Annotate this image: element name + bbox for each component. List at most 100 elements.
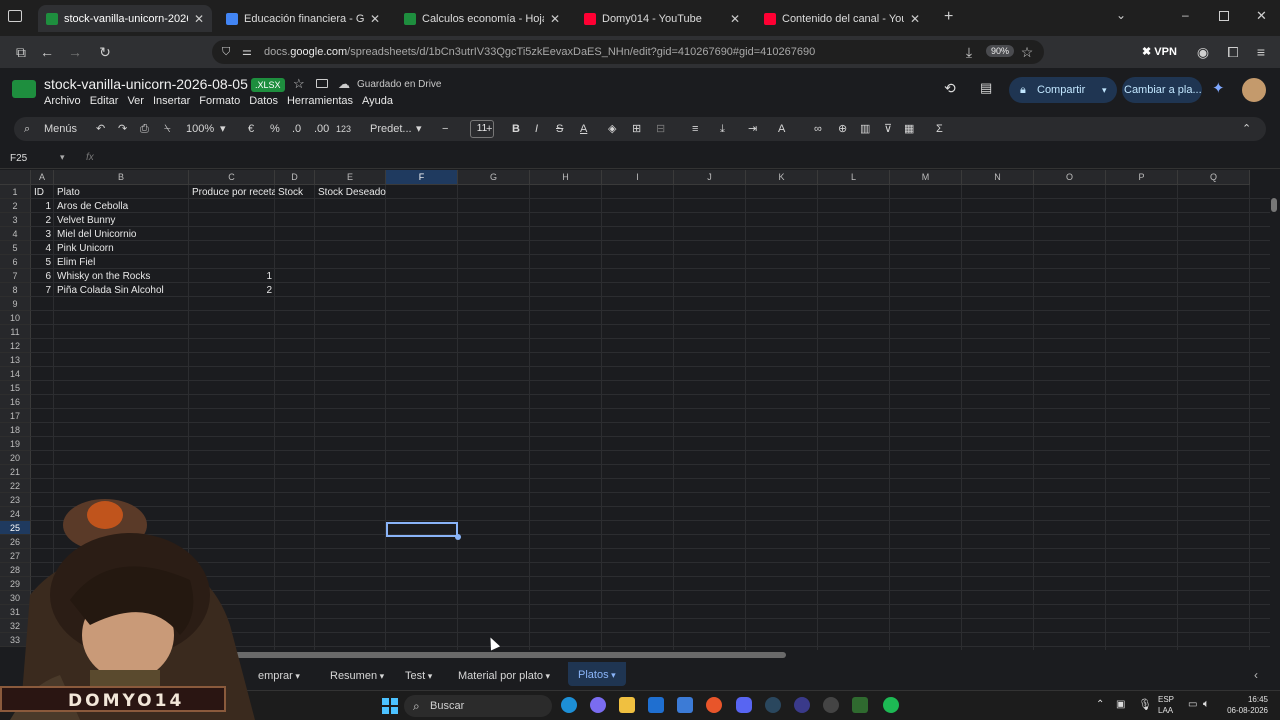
column-header[interactable]: K bbox=[746, 170, 818, 185]
align-vertical-icon[interactable]: ⤓ bbox=[720, 121, 725, 137]
text-color-icon[interactable]: A bbox=[580, 121, 587, 137]
spotify-icon[interactable] bbox=[883, 697, 899, 713]
browser-tab[interactable]: stock-vanilla-unicorn-2026-08-0 ✕ bbox=[38, 5, 212, 32]
fill-handle[interactable] bbox=[455, 534, 461, 540]
sheets-logo-icon[interactable] bbox=[12, 80, 36, 98]
browser-tab[interactable]: Contenido del canal - YouTube S ✕ bbox=[756, 5, 928, 32]
vpn-button[interactable]: ✖ VPN bbox=[1142, 45, 1177, 58]
microphone-icon[interactable]: 🎙︎ bbox=[1138, 698, 1152, 711]
column-header[interactable]: L bbox=[818, 170, 890, 185]
tray-app-icon[interactable]: ▣ bbox=[1116, 699, 1125, 710]
print-icon[interactable]: ⎙ bbox=[140, 121, 149, 137]
row-header[interactable]: 19 bbox=[0, 437, 31, 451]
row-header[interactable]: 3 bbox=[0, 213, 31, 227]
comments-icon[interactable]: ▤ bbox=[980, 80, 992, 96]
text-rotation-icon[interactable]: A bbox=[778, 121, 785, 137]
browser-tab[interactable]: Domy014 - YouTube ✕ bbox=[576, 5, 748, 32]
row-header[interactable]: 10 bbox=[0, 311, 31, 325]
cell-id[interactable]: 7 bbox=[31, 284, 54, 298]
tab-close-icon[interactable]: ✕ bbox=[550, 12, 560, 26]
merge-cells-icon[interactable]: ⊟ bbox=[656, 121, 665, 137]
store-icon[interactable] bbox=[677, 697, 693, 713]
sheet-nav-left-icon[interactable]: ‹ bbox=[1254, 668, 1258, 682]
firefox-icon[interactable] bbox=[706, 697, 722, 713]
cell-plato[interactable]: Elim Fiel bbox=[54, 256, 189, 270]
browser-tab[interactable]: Calculos economía - Hojas de cá ✕ bbox=[396, 5, 568, 32]
name-box[interactable]: F25 bbox=[10, 153, 27, 164]
redo-icon[interactable]: ↷ bbox=[118, 121, 127, 137]
search-icon[interactable]: ⌕ bbox=[24, 121, 30, 137]
header-plato[interactable]: Plato bbox=[54, 186, 189, 200]
taskbar-clock[interactable]: 16:45 06-08-2026 bbox=[1218, 694, 1268, 716]
borders-icon[interactable]: ⊞ bbox=[632, 121, 641, 137]
address-bar[interactable]: ⛉ ⚌ docs.google.com/spreadsheets/d/1bCn3… bbox=[212, 40, 1044, 64]
cell-plato[interactable]: Miel del Unicornio bbox=[54, 228, 189, 242]
input-language[interactable]: ESP LAA bbox=[1158, 694, 1174, 716]
menu-item[interactable]: Herramientas bbox=[287, 95, 353, 107]
tab-list-chevron-icon[interactable]: ⌄ bbox=[1116, 8, 1126, 22]
fill-color-icon[interactable]: ◈ bbox=[608, 121, 616, 137]
site-settings-icon[interactable]: ⚌ bbox=[242, 40, 252, 64]
row-header[interactable]: 13 bbox=[0, 353, 31, 367]
file-explorer-icon[interactable] bbox=[619, 697, 635, 713]
menu-item[interactable]: Editar bbox=[90, 95, 119, 107]
header-id[interactable]: ID bbox=[31, 186, 54, 200]
cell-id[interactable]: 5 bbox=[31, 256, 54, 270]
menu-item[interactable]: Ayuda bbox=[362, 95, 393, 107]
version-history-icon[interactable]: ⟲ bbox=[944, 80, 956, 97]
zoom-select[interactable]: 100% bbox=[186, 121, 214, 137]
column-header[interactable]: J bbox=[674, 170, 746, 185]
column-header[interactable]: B bbox=[54, 170, 189, 185]
row-header[interactable]: 12 bbox=[0, 339, 31, 353]
column-header[interactable]: H bbox=[530, 170, 602, 185]
header-produce[interactable]: Produce por receta bbox=[189, 186, 275, 200]
menu-item[interactable]: Insertar bbox=[153, 95, 190, 107]
nvidia-icon[interactable] bbox=[852, 697, 868, 713]
column-header[interactable]: O bbox=[1034, 170, 1106, 185]
column-header[interactable]: D bbox=[275, 170, 315, 185]
tab-search-icon[interactable] bbox=[8, 10, 22, 22]
font-select[interactable]: Predet... bbox=[370, 121, 412, 137]
font-size-decrease-icon[interactable]: − bbox=[442, 121, 448, 137]
steam-icon[interactable] bbox=[765, 697, 781, 713]
text-wrap-icon[interactable]: ⇥ bbox=[748, 121, 757, 137]
share-dropdown-icon[interactable]: ▾ bbox=[1102, 77, 1107, 103]
sheet-tab[interactable]: Platos ▾ bbox=[568, 662, 626, 686]
select-all-corner[interactable] bbox=[0, 170, 31, 185]
font-size-increase-icon[interactable]: + bbox=[486, 121, 492, 137]
zoom-chevron-icon[interactable]: ▾ bbox=[220, 121, 226, 137]
forward-icon[interactable]: → bbox=[66, 44, 84, 60]
header-stock[interactable]: Stock bbox=[275, 186, 315, 200]
column-header[interactable]: G bbox=[458, 170, 530, 185]
row-header[interactable]: 9 bbox=[0, 297, 31, 311]
zoom-badge[interactable]: 90% bbox=[986, 45, 1015, 57]
sheet-tab[interactable]: Test ▾ bbox=[405, 668, 432, 684]
vertical-scrollbar[interactable] bbox=[1271, 198, 1277, 212]
insert-chart-icon[interactable]: ▥ bbox=[860, 121, 870, 137]
restore-icon[interactable] bbox=[1219, 11, 1229, 21]
sheet-tab-menu-icon[interactable]: ▾ bbox=[377, 671, 385, 681]
cell-produce[interactable] bbox=[189, 242, 275, 256]
column-header[interactable]: A bbox=[31, 170, 54, 185]
column-header[interactable]: C bbox=[189, 170, 275, 185]
sheet-tab-menu-icon[interactable]: ▾ bbox=[425, 671, 433, 681]
start-windows-icon[interactable] bbox=[382, 698, 398, 714]
cell-id[interactable]: 1 bbox=[31, 200, 54, 214]
avatar[interactable] bbox=[1242, 78, 1266, 102]
menu-item[interactable]: Datos bbox=[249, 95, 278, 107]
row-header[interactable]: 7 bbox=[0, 269, 31, 283]
cell-plato[interactable]: Aros de Cebolla bbox=[54, 200, 189, 214]
column-header[interactable]: F bbox=[386, 170, 458, 185]
functions-icon[interactable]: Σ bbox=[936, 121, 943, 137]
collapse-toolbar-icon[interactable]: ⌃ bbox=[1242, 121, 1251, 137]
row-header[interactable]: 14 bbox=[0, 367, 31, 381]
row-header[interactable]: 4 bbox=[0, 227, 31, 241]
active-cell-selection[interactable] bbox=[386, 522, 458, 537]
cell-produce[interactable]: 2 bbox=[189, 284, 275, 298]
number-format[interactable]: 123 bbox=[336, 121, 351, 137]
menus-search[interactable]: Menús bbox=[44, 121, 77, 137]
star-icon[interactable]: ☆ bbox=[293, 76, 305, 92]
cell-produce[interactable]: 1 bbox=[189, 270, 275, 284]
column-header[interactable]: E bbox=[315, 170, 386, 185]
sheet-tab[interactable]: Resumen ▾ bbox=[330, 668, 384, 684]
